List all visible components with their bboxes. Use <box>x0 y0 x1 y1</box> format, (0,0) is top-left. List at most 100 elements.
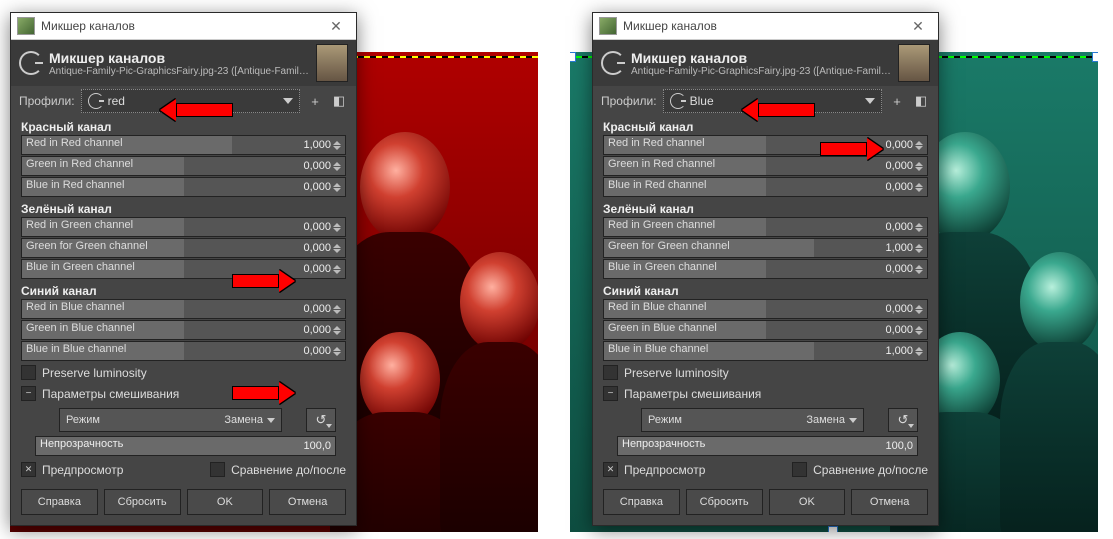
close-icon[interactable]: ✕ <box>904 18 932 35</box>
titlebar[interactable]: Микшер каналов ✕ <box>11 13 356 40</box>
slider-blue-in-red[interactable]: Blue in Red channel 0,000 <box>603 177 928 197</box>
blend-reset-button[interactable]: ↺ <box>888 408 918 432</box>
profile-value: red <box>108 94 277 108</box>
preview-checkbox[interactable]: ✕ <box>603 462 618 477</box>
add-profile-button[interactable]: + <box>306 92 324 110</box>
spinner-icon[interactable] <box>333 347 343 356</box>
spinner-icon[interactable] <box>333 244 343 253</box>
profile-combo[interactable]: Blue <box>663 89 882 113</box>
dialog-header: Микшер каналов Antique-Family-Pic-Graphi… <box>593 40 938 86</box>
help-button[interactable]: Справка <box>603 489 680 515</box>
slider-green-for-green[interactable]: Green for Green channel 1,000 <box>603 238 928 258</box>
profile-combo[interactable]: red <box>81 89 300 113</box>
preserve-luminosity-checkbox[interactable] <box>21 365 36 380</box>
blend-expander[interactable]: − <box>603 386 618 401</box>
slider-green-in-red[interactable]: Green in Red channel 0,000 <box>21 156 346 176</box>
slider-blue-in-green[interactable]: Blue in Green channel 0,000 <box>603 259 928 279</box>
slider-green-in-blue[interactable]: Green in Blue channel 0,000 <box>21 320 346 340</box>
ok-button[interactable]: OK <box>769 489 846 515</box>
spinner-icon[interactable] <box>915 265 925 274</box>
spinner-icon[interactable] <box>333 265 343 274</box>
compare-checkbox[interactable] <box>210 462 225 477</box>
slider-red-in-red[interactable]: Red in Red channel 0,000 <box>603 135 928 155</box>
opacity-slider[interactable]: Непрозрачность 100,0 <box>617 436 918 456</box>
spinner-icon[interactable] <box>333 141 343 150</box>
compare-checkbox[interactable] <box>792 462 807 477</box>
chevron-down-icon <box>267 418 275 423</box>
opacity-slider[interactable]: Непрозрачность 100,0 <box>35 436 336 456</box>
manage-profile-button[interactable]: ◧ <box>330 92 348 110</box>
spinner-icon[interactable] <box>333 223 343 232</box>
blend-expander[interactable]: − <box>21 386 36 401</box>
spinner-icon[interactable] <box>333 326 343 335</box>
profile-label: Профили: <box>19 94 75 108</box>
add-profile-button[interactable]: + <box>888 92 906 110</box>
cancel-button[interactable]: Отмена <box>851 489 928 515</box>
dialog-title: Микшер каналов <box>49 50 316 66</box>
profile-label: Профили: <box>601 94 657 108</box>
blend-reset-button[interactable]: ↺ <box>306 408 336 432</box>
spinner-icon[interactable] <box>915 223 925 232</box>
gegl-icon <box>601 51 625 75</box>
slider-blue-in-blue[interactable]: Blue in Blue channel 1,000 <box>603 341 928 361</box>
slider-blue-in-green[interactable]: Blue in Green channel 0,000 <box>21 259 346 279</box>
gegl-icon <box>19 51 43 75</box>
window-title: Микшер каналов <box>41 19 322 33</box>
slider-green-for-green[interactable]: Green for Green channel 0,000 <box>21 238 346 258</box>
reset-button[interactable]: Сбросить <box>104 489 181 515</box>
slider-blue-in-red[interactable]: Blue in Red channel 0,000 <box>21 177 346 197</box>
dialog-header: Микшер каналов Antique-Family-Pic-Graphi… <box>11 40 356 86</box>
dialog-subtitle: Antique-Family-Pic-GraphicsFairy.jpg-23 … <box>49 66 309 77</box>
compare-label: Сравнение до/после <box>813 463 928 477</box>
slider-red-in-red[interactable]: Red in Red channel 1,000 <box>21 135 346 155</box>
slider-red-in-green[interactable]: Red in Green channel 0,000 <box>603 217 928 237</box>
window-title: Микшер каналов <box>623 19 904 33</box>
chevron-down-icon <box>849 418 857 423</box>
section-red: Красный канал <box>11 116 356 134</box>
spinner-icon[interactable] <box>915 326 925 335</box>
image-thumbnail <box>316 44 348 82</box>
spinner-icon[interactable] <box>333 305 343 314</box>
spinner-icon[interactable] <box>915 305 925 314</box>
gegl-icon <box>670 93 686 109</box>
spinner-icon[interactable] <box>915 141 925 150</box>
gegl-icon <box>88 93 104 109</box>
spinner-icon[interactable] <box>915 244 925 253</box>
help-button[interactable]: Справка <box>21 489 98 515</box>
preview-checkbox[interactable]: ✕ <box>21 462 36 477</box>
app-icon <box>599 17 617 35</box>
preserve-luminosity-checkbox[interactable] <box>603 365 618 380</box>
app-icon <box>17 17 35 35</box>
slider-red-in-blue[interactable]: Red in Blue channel 0,000 <box>21 299 346 319</box>
slider-green-in-blue[interactable]: Green in Blue channel 0,000 <box>603 320 928 340</box>
blend-section-label: Параметры смешивания <box>42 387 179 401</box>
chevron-down-icon <box>283 98 293 104</box>
slider-red-in-blue[interactable]: Red in Blue channel 0,000 <box>603 299 928 319</box>
spinner-icon[interactable] <box>333 183 343 192</box>
blend-mode-combo[interactable]: Режим Замена <box>59 408 282 432</box>
spinner-icon[interactable] <box>333 162 343 171</box>
image-thumbnail <box>898 44 930 82</box>
compare-label: Сравнение до/после <box>231 463 346 477</box>
section-blue: Синий канал <box>593 280 938 298</box>
cancel-button[interactable]: Отмена <box>269 489 346 515</box>
preview-label: Предпросмотр <box>624 463 705 477</box>
titlebar[interactable]: Микшер каналов ✕ <box>593 13 938 40</box>
close-icon[interactable]: ✕ <box>322 18 350 35</box>
slider-green-in-red[interactable]: Green in Red channel 0,000 <box>603 156 928 176</box>
preserve-luminosity-label: Preserve luminosity <box>624 366 729 380</box>
spinner-icon[interactable] <box>915 183 925 192</box>
slider-red-in-green[interactable]: Red in Green channel 0,000 <box>21 217 346 237</box>
section-blue: Синий канал <box>11 280 356 298</box>
dialog-title: Микшер каналов <box>631 50 898 66</box>
reset-button[interactable]: Сбросить <box>686 489 763 515</box>
slider-blue-in-blue[interactable]: Blue in Blue channel 0,000 <box>21 341 346 361</box>
preview-label: Предпросмотр <box>42 463 123 477</box>
spinner-icon[interactable] <box>915 347 925 356</box>
manage-profile-button[interactable]: ◧ <box>912 92 930 110</box>
section-green: Зелёный канал <box>593 198 938 216</box>
chevron-down-icon <box>865 98 875 104</box>
ok-button[interactable]: OK <box>187 489 264 515</box>
blend-mode-combo[interactable]: Режим Замена <box>641 408 864 432</box>
spinner-icon[interactable] <box>915 162 925 171</box>
